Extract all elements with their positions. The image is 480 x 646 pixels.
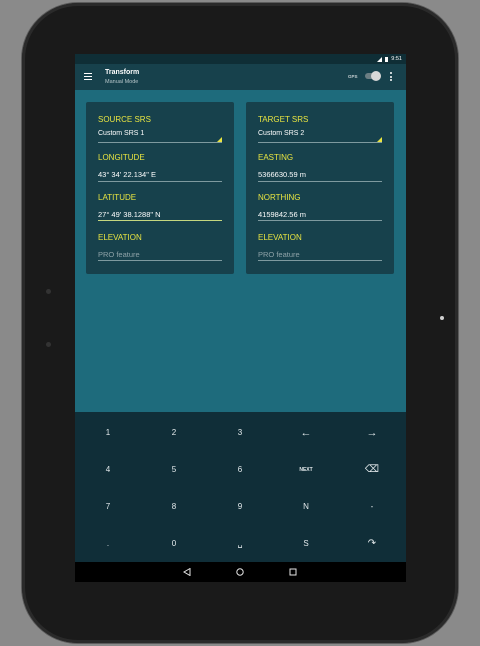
key-minus[interactable]: - (339, 488, 405, 525)
northing-label: NORTHING (258, 193, 301, 202)
status-time: 9:51 (391, 56, 402, 62)
key-arrow-right-icon[interactable]: → (339, 414, 405, 451)
key-6[interactable]: 6 (207, 451, 273, 488)
camera-dot (440, 316, 444, 320)
gps-label: GPS (348, 74, 358, 79)
key-7[interactable]: 7 (75, 488, 141, 525)
recents-square-icon[interactable] (286, 565, 300, 579)
system-nav-bar (75, 562, 406, 582)
source-card: SOURCE SRS Custom SRS 1 LONGITUDE 43° 34… (86, 102, 234, 274)
signal-icon (377, 56, 383, 62)
latitude-underline (98, 220, 222, 221)
longitude-underline (98, 181, 222, 182)
key-3[interactable]: 3 (207, 414, 273, 451)
toggle-knob (371, 71, 381, 81)
target-elevation-input[interactable]: PRO feature (258, 250, 300, 259)
target-elevation-underline (258, 260, 382, 261)
source-srs-select[interactable]: Custom SRS 1 (98, 130, 144, 137)
sensor-dot (46, 289, 51, 294)
target-elevation-label: ELEVATION (258, 233, 302, 242)
latitude-input[interactable]: 27° 49' 38.1288" N (98, 210, 161, 219)
northing-underline (258, 220, 382, 221)
numeric-keyboard: 1 2 3 ← → 4 5 6 NEXT ⌫ 7 8 9 N - . 0 ␣ S… (75, 412, 406, 562)
key-1[interactable]: 1 (75, 414, 141, 451)
source-elevation-input[interactable]: PRO feature (98, 250, 140, 259)
key-backspace-icon[interactable]: ⌫ (339, 451, 405, 488)
northing-value[interactable]: 4159842.56 m (258, 210, 306, 219)
key-0[interactable]: 0 (141, 525, 207, 562)
target-srs-label: TARGET SRS (258, 115, 309, 124)
key-dot[interactable]: . (75, 525, 141, 562)
longitude-input[interactable]: 43° 34' 22.134" E (98, 170, 156, 179)
easting-value[interactable]: 5366630.59 m (258, 170, 306, 179)
key-9[interactable]: 9 (207, 488, 273, 525)
key-n[interactable]: N (273, 488, 339, 525)
key-2[interactable]: 2 (141, 414, 207, 451)
page-subtitle: Manual Mode (105, 79, 139, 85)
gps-toggle[interactable] (365, 71, 381, 81)
key-arrow-left-icon[interactable]: ← (273, 414, 339, 451)
overflow-menu-icon[interactable] (390, 72, 392, 83)
key-swap-icon[interactable]: ↷ (339, 525, 405, 562)
source-srs-underline (98, 142, 222, 143)
page-title: Transform (105, 69, 140, 76)
key-4[interactable]: 4 (75, 451, 141, 488)
status-bar: 9:51 (75, 54, 406, 64)
latitude-label: LATITUDE (98, 193, 137, 202)
back-triangle-icon[interactable] (180, 565, 194, 579)
key-8[interactable]: 8 (141, 488, 207, 525)
app-screen: 9:51 Transform Manual Mode GPS SOURCE SR… (75, 54, 406, 582)
source-elevation-label: ELEVATION (98, 233, 142, 242)
menu-icon[interactable] (84, 73, 92, 80)
easting-underline (258, 181, 382, 182)
target-card: TARGET SRS Custom SRS 2 EASTING 5366630.… (246, 102, 394, 274)
app-bar: Transform Manual Mode GPS (75, 64, 406, 90)
target-srs-underline (258, 142, 382, 143)
battery-icon (385, 56, 389, 62)
key-5[interactable]: 5 (141, 451, 207, 488)
sensor-dot (46, 342, 51, 347)
key-next[interactable]: NEXT (273, 451, 339, 488)
easting-label: EASTING (258, 153, 294, 162)
target-srs-select[interactable]: Custom SRS 2 (258, 130, 304, 137)
home-circle-icon[interactable] (233, 565, 247, 579)
source-elevation-underline (98, 260, 222, 261)
longitude-label: LONGITUDE (98, 153, 145, 162)
key-s[interactable]: S (273, 525, 339, 562)
source-srs-label: SOURCE SRS (98, 115, 151, 124)
key-space-icon[interactable]: ␣ (207, 525, 273, 562)
